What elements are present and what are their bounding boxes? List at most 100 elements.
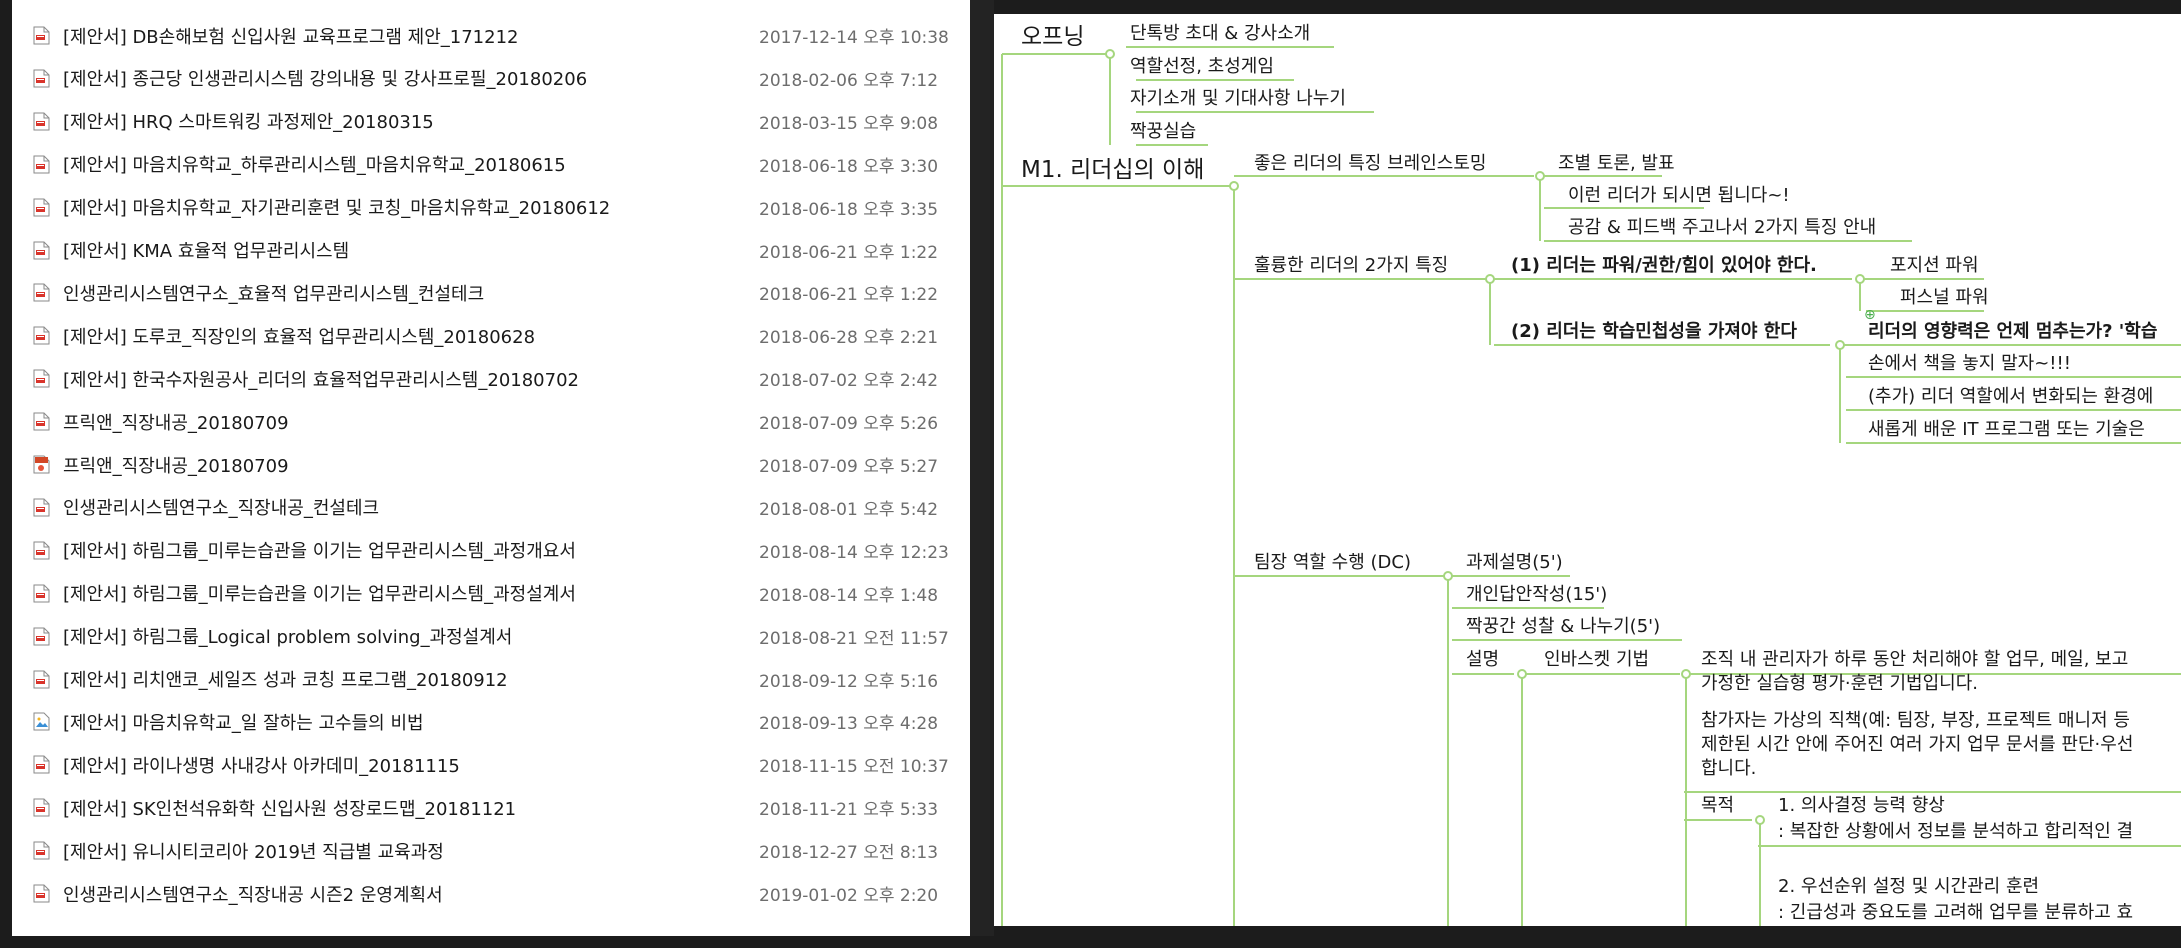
file-row[interactable]: [제안서] 리치앤코_세일즈 성과 코칭 프로그램_20180912 2018-0…: [12, 658, 970, 701]
node-inbasket[interactable]: 인바스켓 기법: [1544, 648, 1649, 672]
pdf-file-icon: [33, 884, 50, 903]
node-m1-brainstorm[interactable]: 좋은 리더의 특징 브레인스토밍: [1254, 152, 1486, 176]
inbasket-participants-line-3: 합니다.: [1701, 758, 1757, 779]
file-row[interactable]: [제안서] 도루코_직장인의 효율적 업무관리시스템_20180628 2018-…: [12, 314, 970, 357]
pdf-file-icon: [33, 498, 50, 517]
node-inbasket-definition[interactable]: 조직 내 관리자가 하루 동안 처리해야 할 업무, 메일, 보고 가정한 실습…: [1701, 648, 2128, 696]
pdf-file-icon: [33, 369, 50, 388]
file-name: [제안서] DB손해보험 신입사원 교육프로그램 제안_171212: [63, 26, 519, 48]
node-inbasket-participants[interactable]: 참가자는 가상의 직책(예: 팀장, 부장, 프로젝트 매니저 등 제한된 시간…: [1701, 709, 2133, 781]
file-name: 인생관리시스템연구소_직장내공_컨설테크: [63, 498, 380, 520]
file-row[interactable]: [제안서] 하림그룹_미루는습관을 이기는 업무관리시스템_과정개요서 2018-…: [12, 529, 970, 572]
inbasket-definition-line-1: 조직 내 관리자가 하루 동안 처리해야 할 업무, 메일, 보고: [1701, 649, 2129, 670]
file-row[interactable]: [제안서] 한국수자원공사_리더의 효율적업무관리시스템_20180702 201…: [12, 357, 970, 400]
pdf-file-icon: [33, 627, 50, 646]
file-row[interactable]: 인생관리시스템연구소_효율적 업무관리시스템_컨설테크 2018-06-21 오후…: [12, 271, 970, 314]
branch-knob[interactable]: [1517, 669, 1527, 679]
file-row[interactable]: [제안서] DB손해보험 신입사원 교육프로그램 제안_171212 2017-1…: [12, 14, 970, 57]
node-changing-environment[interactable]: (추가) 리더 역할에서 변화되는 환경에: [1868, 385, 2153, 409]
branch-knob[interactable]: [1443, 571, 1453, 581]
file-name: [제안서] 마음치유학교_일 잘하는 고수들의 비법: [63, 712, 424, 734]
image-file-icon: [33, 712, 50, 731]
branch-knob[interactable]: [1681, 669, 1691, 679]
file-name: 프릭앤_직장내공_20180709: [63, 412, 289, 434]
node-m1-leadership[interactable]: M1. 리더십의 이해: [1021, 155, 1204, 185]
node-explanation[interactable]: 설명: [1466, 648, 1499, 672]
file-row[interactable]: [제안서] HRQ 스마트워킹 과정제안_20180315 2018-03-15 …: [12, 100, 970, 143]
node-m1-two-traits[interactable]: 훌륭한 리더의 2가지 특징: [1254, 254, 1448, 278]
node-trait-learning-agility[interactable]: (2) 리더는 학습민첩성을 가져야 한다: [1511, 320, 1797, 344]
pdf-file-icon: [33, 584, 50, 603]
node-m1-discussion[interactable]: 조별 토론, 발표: [1558, 152, 1675, 176]
node-m1-empathy-feedback[interactable]: 공감 & 피드백 주고나서 2가지 특징 안내: [1568, 216, 1876, 240]
node-leader-influence[interactable]: 리더의 영향력은 언제 멈추는가? '학습: [1868, 320, 2157, 344]
file-name: [제안서] 마음치유학교_하루관리시스템_마음치유학교_20180615: [63, 155, 566, 177]
file-modified-date: 2018-06-21 오후 1:22: [759, 242, 939, 263]
file-modified-date: 2018-11-21 오후 5:33: [759, 800, 939, 821]
file-row[interactable]: [제안서] 마음치유학교_일 잘하는 고수들의 비법 2018-09-13 오후 …: [12, 700, 970, 743]
file-name: [제안서] 하림그룹_Logical problem solving_과정설계서: [63, 627, 513, 649]
pdf-file-icon: [33, 283, 50, 302]
node-pair-reflection[interactable]: 짝꿍간 성찰 & 나누기(5'): [1466, 615, 1660, 639]
node-opening-pair[interactable]: 짝꿍실습: [1130, 120, 1196, 144]
branch-knob[interactable]: [1535, 171, 1545, 181]
file-row[interactable]: [제안서] 하림그룹_Logical problem solving_과정설계서…: [12, 615, 970, 658]
node-opening[interactable]: 오프닝: [1021, 22, 1084, 52]
node-team-leader-role[interactable]: 팀장 역할 수행 (DC): [1254, 551, 1411, 575]
file-name: [제안서] 하림그룹_미루는습관을 이기는 업무관리시스템_과정개요서: [63, 541, 576, 563]
node-individual-answer[interactable]: 개인답안작성(15'): [1466, 583, 1607, 607]
pdf-file-icon: [33, 326, 50, 345]
file-row[interactable]: [제안서] KMA 효율적 업무관리시스템 2018-06-21 오후 1:22: [12, 229, 970, 272]
node-task-explanation[interactable]: 과제설명(5'): [1466, 551, 1563, 575]
file-name: [제안서] 한국수자원공사_리더의 효율적업무관리시스템_20180702: [63, 369, 579, 391]
pdf-file-icon: [33, 670, 50, 689]
file-modified-date: 2018-03-15 오후 9:08: [759, 113, 939, 134]
pdf-file-icon: [33, 26, 50, 45]
inbasket-participants-line-1: 참가자는 가상의 직책(예: 팀장, 부장, 프로젝트 매니저 등: [1701, 710, 2130, 731]
file-row[interactable]: [제안서] SK인천석유화학 신입사원 성장로드맵_20181121 2018-1…: [12, 786, 970, 829]
mindmap-window: ⊕ 오프닝 단톡방 초대 & 강사소개 역할선정, 초성게임 자기소개 및 기대…: [994, 14, 2181, 926]
node-opening-roles[interactable]: 역할선정, 초성게임: [1130, 55, 1274, 79]
node-m1-be-this-leader[interactable]: 이런 리더가 되시면 됩니다~!: [1568, 184, 1790, 208]
node-opening-invite[interactable]: 단톡방 초대 & 강사소개: [1130, 22, 1310, 46]
file-row[interactable]: [제안서] 라이나생명 사내강사 아카데미_20181115 2018-11-15…: [12, 743, 970, 786]
file-row[interactable]: [제안서] 유니시티코리아 2019년 직급별 교육과정 2018-12-27 오…: [12, 829, 970, 872]
file-row[interactable]: 인생관리시스템연구소_직장내공_컨설테크 2018-08-01 오후 5:42: [12, 486, 970, 529]
file-row[interactable]: [제안서] 종근당 인생관리시스템 강의내용 및 강사프로필_20180206 2…: [12, 57, 970, 100]
file-modified-date: 2018-09-12 오후 5:16: [759, 671, 939, 692]
file-name: [제안서] KMA 효율적 업무관리시스템: [63, 241, 350, 262]
file-row[interactable]: [제안서] 마음치유학교_하루관리시스템_마음치유학교_20180615 2018…: [12, 143, 970, 186]
node-purpose[interactable]: 목적: [1701, 794, 1734, 818]
node-new-it-skills[interactable]: 새롭게 배운 IT 프로그램 또는 기술은: [1868, 418, 2145, 442]
branch-knob[interactable]: [1755, 815, 1765, 825]
pdf-file-icon: [33, 412, 50, 431]
file-modified-date: 2018-07-09 오후 5:26: [759, 414, 939, 435]
node-purpose-decision[interactable]: 1. 의사결정 능력 향상: [1778, 794, 1945, 818]
file-modified-date: 2018-06-18 오후 3:35: [759, 199, 939, 220]
pdf-file-icon: [33, 798, 50, 817]
node-trait-power[interactable]: (1) 리더는 파워/권한/힘이 있어야 한다.: [1511, 254, 1817, 278]
file-row[interactable]: 프릭앤_직장내공_20180709 2018-07-09 오후 5:26: [12, 400, 970, 443]
file-row[interactable]: 프릭앤_직장내공_20180709 2018-07-09 오후 5:27: [12, 443, 970, 486]
node-personal-power[interactable]: 퍼스널 파워: [1900, 286, 1989, 310]
file-name: [제안서] 종근당 인생관리시스템 강의내용 및 강사프로필_20180206: [63, 69, 588, 91]
node-keep-reading[interactable]: 손에서 책을 놓지 말자~!!!: [1868, 352, 2071, 376]
node-position-power[interactable]: 포지션 파워: [1890, 254, 1979, 278]
file-name: [제안서] 하림그룹_미루는습관을 이기는 업무관리시스템_과정설계서: [63, 584, 576, 606]
file-row[interactable]: [제안서] 마음치유학교_자기관리훈련 및 코칭_마음치유학교_20180612…: [12, 186, 970, 229]
file-row[interactable]: [제안서] 하림그룹_미루는습관을 이기는 업무관리시스템_과정설계서 2018-…: [12, 572, 970, 615]
branch-knob[interactable]: [1485, 274, 1495, 284]
file-row[interactable]: 인생관리시스템연구소_직장내공 시즌2 운영계획서 2019-01-02 오후 2…: [12, 872, 970, 915]
branch-knob[interactable]: [1229, 181, 1239, 191]
branch-knob[interactable]: [1835, 340, 1845, 350]
file-modified-date: 2018-11-15 오전 10:37: [759, 757, 949, 778]
branch-knob[interactable]: [1105, 49, 1115, 59]
file-modified-date: 2018-08-14 오후 12:23: [759, 542, 949, 563]
branch-knob[interactable]: [1855, 274, 1865, 284]
ppt-file-icon: [33, 455, 50, 474]
node-purpose-priority[interactable]: 2. 우선순위 설정 및 시간관리 훈련: [1778, 875, 2039, 899]
file-modified-date: 2018-06-28 오후 2:21: [759, 328, 939, 349]
file-modified-date: 2018-08-21 오전 11:57: [759, 628, 949, 649]
pdf-file-icon: [33, 841, 50, 860]
node-opening-intro[interactable]: 자기소개 및 기대사항 나누기: [1130, 87, 1346, 111]
